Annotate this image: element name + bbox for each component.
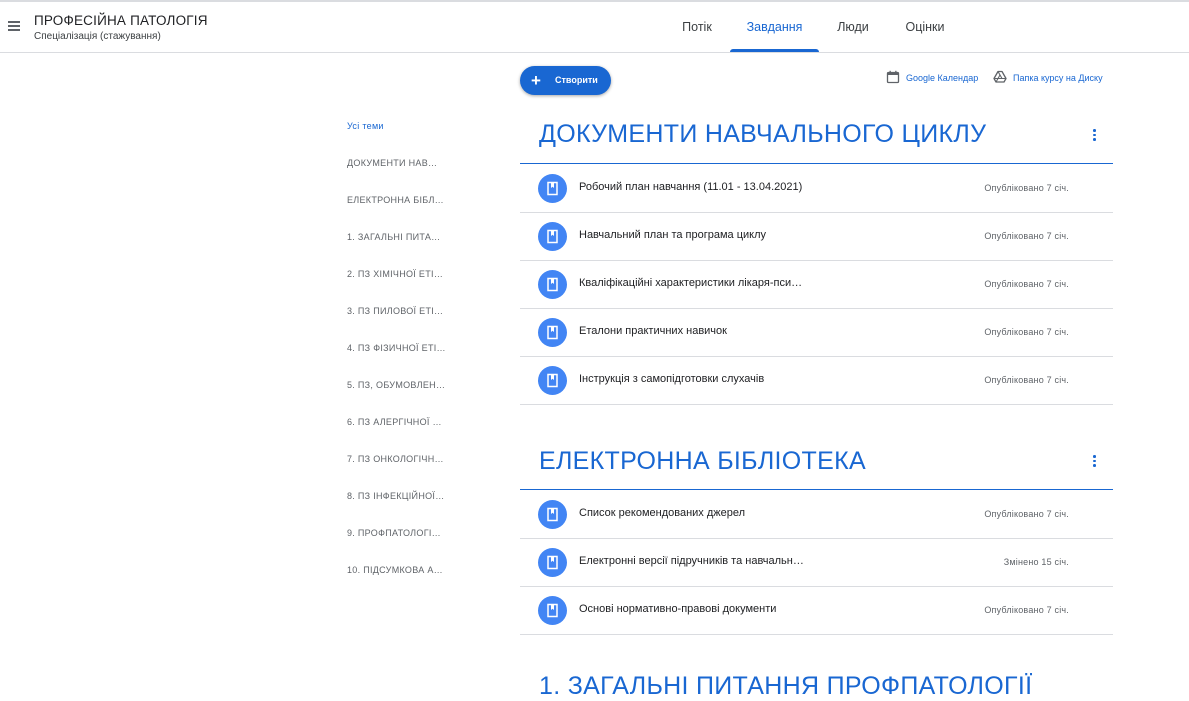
item-title: Навчальний план та програма циклу [579, 229, 767, 241]
more-vert-icon[interactable] [1084, 125, 1104, 145]
topic-item[interactable]: 6. ПЗ АЛЕРГІЧНОЇ … [347, 417, 467, 454]
topic-all[interactable]: Усі теми [347, 121, 467, 158]
drive-folder-label: Папка курсу на Диску [1013, 73, 1103, 83]
material-icon [538, 366, 567, 395]
item-date: Опубліковано 7 січ. [984, 605, 1069, 615]
active-tab-indicator [730, 49, 819, 52]
app-header: ПРОФЕСІЙНА ПАТОЛОГІЯ Спеціалізація (стаж… [0, 2, 1189, 53]
material-icon [538, 270, 567, 299]
section-title: 1. ЗАГАЛЬНІ ПИТАННЯ ПРОФПАТОЛОГІЇ [539, 672, 1033, 700]
tab-classwork[interactable]: Завдання [730, 2, 819, 52]
tab-grades[interactable]: Оцінки [893, 2, 957, 52]
google-calendar-link[interactable]: Google Календар [886, 70, 986, 86]
list-item[interactable]: Інструкція з самопідготовки слухачів Опу… [520, 356, 1113, 405]
item-date: Опубліковано 7 січ. [984, 279, 1069, 289]
topic-item[interactable]: 9. ПРОФПАТОЛОГІ… [347, 528, 467, 565]
item-date: Змінено 15 січ. [1003, 557, 1069, 567]
topic-item[interactable]: 2. ПЗ ХІМІЧНОЇ ЕТІ… [347, 269, 467, 306]
list-item[interactable]: Робочий план навчання (11.01 - 13.04.202… [520, 164, 1113, 213]
topic-item[interactable]: ЕЛЕКТРОННА БІБЛ… [347, 195, 467, 232]
course-title[interactable]: ПРОФЕСІЙНА ПАТОЛОГІЯ [34, 13, 208, 28]
topic-item[interactable]: 3. ПЗ ПИЛОВОЇ ЕТІ… [347, 306, 467, 343]
item-date: Опубліковано 7 січ. [984, 183, 1069, 193]
plus-icon: + [531, 71, 541, 90]
material-icon [538, 222, 567, 251]
item-title: Електронні версії підручників та навчаль… [579, 555, 804, 567]
calendar-icon [886, 70, 900, 84]
list-item[interactable]: Електронні версії підручників та навчаль… [520, 538, 1113, 587]
topics-nav: Усі теми ДОКУМЕНТИ НАВ… ЕЛЕКТРОННА БІБЛ…… [347, 121, 467, 602]
create-button-label: Створити [555, 75, 598, 85]
list-item[interactable]: Список рекомендованих джерел Опублікован… [520, 490, 1113, 539]
tab-grades-label: Оцінки [905, 20, 945, 34]
topic-item[interactable]: 1. ЗАГАЛЬНІ ПИТА… [347, 232, 467, 269]
create-button[interactable]: + Створити [520, 66, 611, 95]
more-vert-icon[interactable] [1084, 451, 1104, 471]
tab-stream-label: Потік [682, 20, 712, 34]
material-icon [538, 500, 567, 529]
item-date: Опубліковано 7 січ. [984, 327, 1069, 337]
material-icon [538, 548, 567, 577]
tab-classwork-label: Завдання [746, 20, 803, 34]
tab-stream[interactable]: Потік [671, 2, 723, 52]
list-item[interactable]: Навчальний план та програма циклу Опублі… [520, 212, 1113, 261]
material-icon [538, 318, 567, 347]
google-calendar-label: Google Календар [906, 73, 979, 83]
item-title: Еталони практичних навичок [579, 325, 727, 337]
material-icon [538, 174, 567, 203]
item-title: Кваліфікаційні характеристики лікаря-пси… [579, 277, 803, 289]
section-title: ЕЛЕКТРОННА БІБЛІОТЕКА [539, 447, 866, 475]
item-title: Інструкція з самопідготовки слухачів [579, 373, 765, 385]
list-item[interactable]: Основі нормативно-правові документи Опуб… [520, 586, 1113, 635]
item-date: Опубліковано 7 січ. [984, 231, 1069, 241]
item-date: Опубліковано 7 січ. [984, 375, 1069, 385]
tab-people[interactable]: Люди [827, 2, 879, 52]
list-item[interactable]: Еталони практичних навичок Опубліковано … [520, 308, 1113, 357]
topic-item[interactable]: ДОКУМЕНТИ НАВ… [347, 158, 467, 195]
drive-folder-link[interactable]: Папка курсу на Диску [993, 70, 1111, 86]
item-title: Основі нормативно-правові документи [579, 603, 777, 615]
topic-item[interactable]: 8. ПЗ ІНФЕКЦІЙНОЇ… [347, 491, 467, 528]
drive-icon [993, 70, 1007, 83]
list-item[interactable]: Кваліфікаційні характеристики лікаря-пси… [520, 260, 1113, 309]
menu-icon[interactable] [4, 16, 24, 36]
material-icon [538, 596, 567, 625]
tab-people-label: Люди [837, 20, 869, 34]
topic-item[interactable]: 7. ПЗ ОНКОЛОГІЧН… [347, 454, 467, 491]
topic-item[interactable]: 4. ПЗ ФІЗИЧНОЇ ЕТІ… [347, 343, 467, 380]
section-title: ДОКУМЕНТИ НАВЧАЛЬНОГО ЦИКЛУ [539, 120, 987, 148]
item-title: Робочий план навчання (11.01 - 13.04.202… [579, 181, 803, 193]
item-title: Список рекомендованих джерел [579, 507, 746, 519]
item-date: Опубліковано 7 січ. [984, 509, 1069, 519]
topic-item[interactable]: 10. ПІДСУМКОВА А… [347, 565, 467, 602]
course-subtitle: Спеціалізація (стажування) [34, 31, 161, 42]
topic-item[interactable]: 5. ПЗ, ОБУМОВЛЕН… [347, 380, 467, 417]
